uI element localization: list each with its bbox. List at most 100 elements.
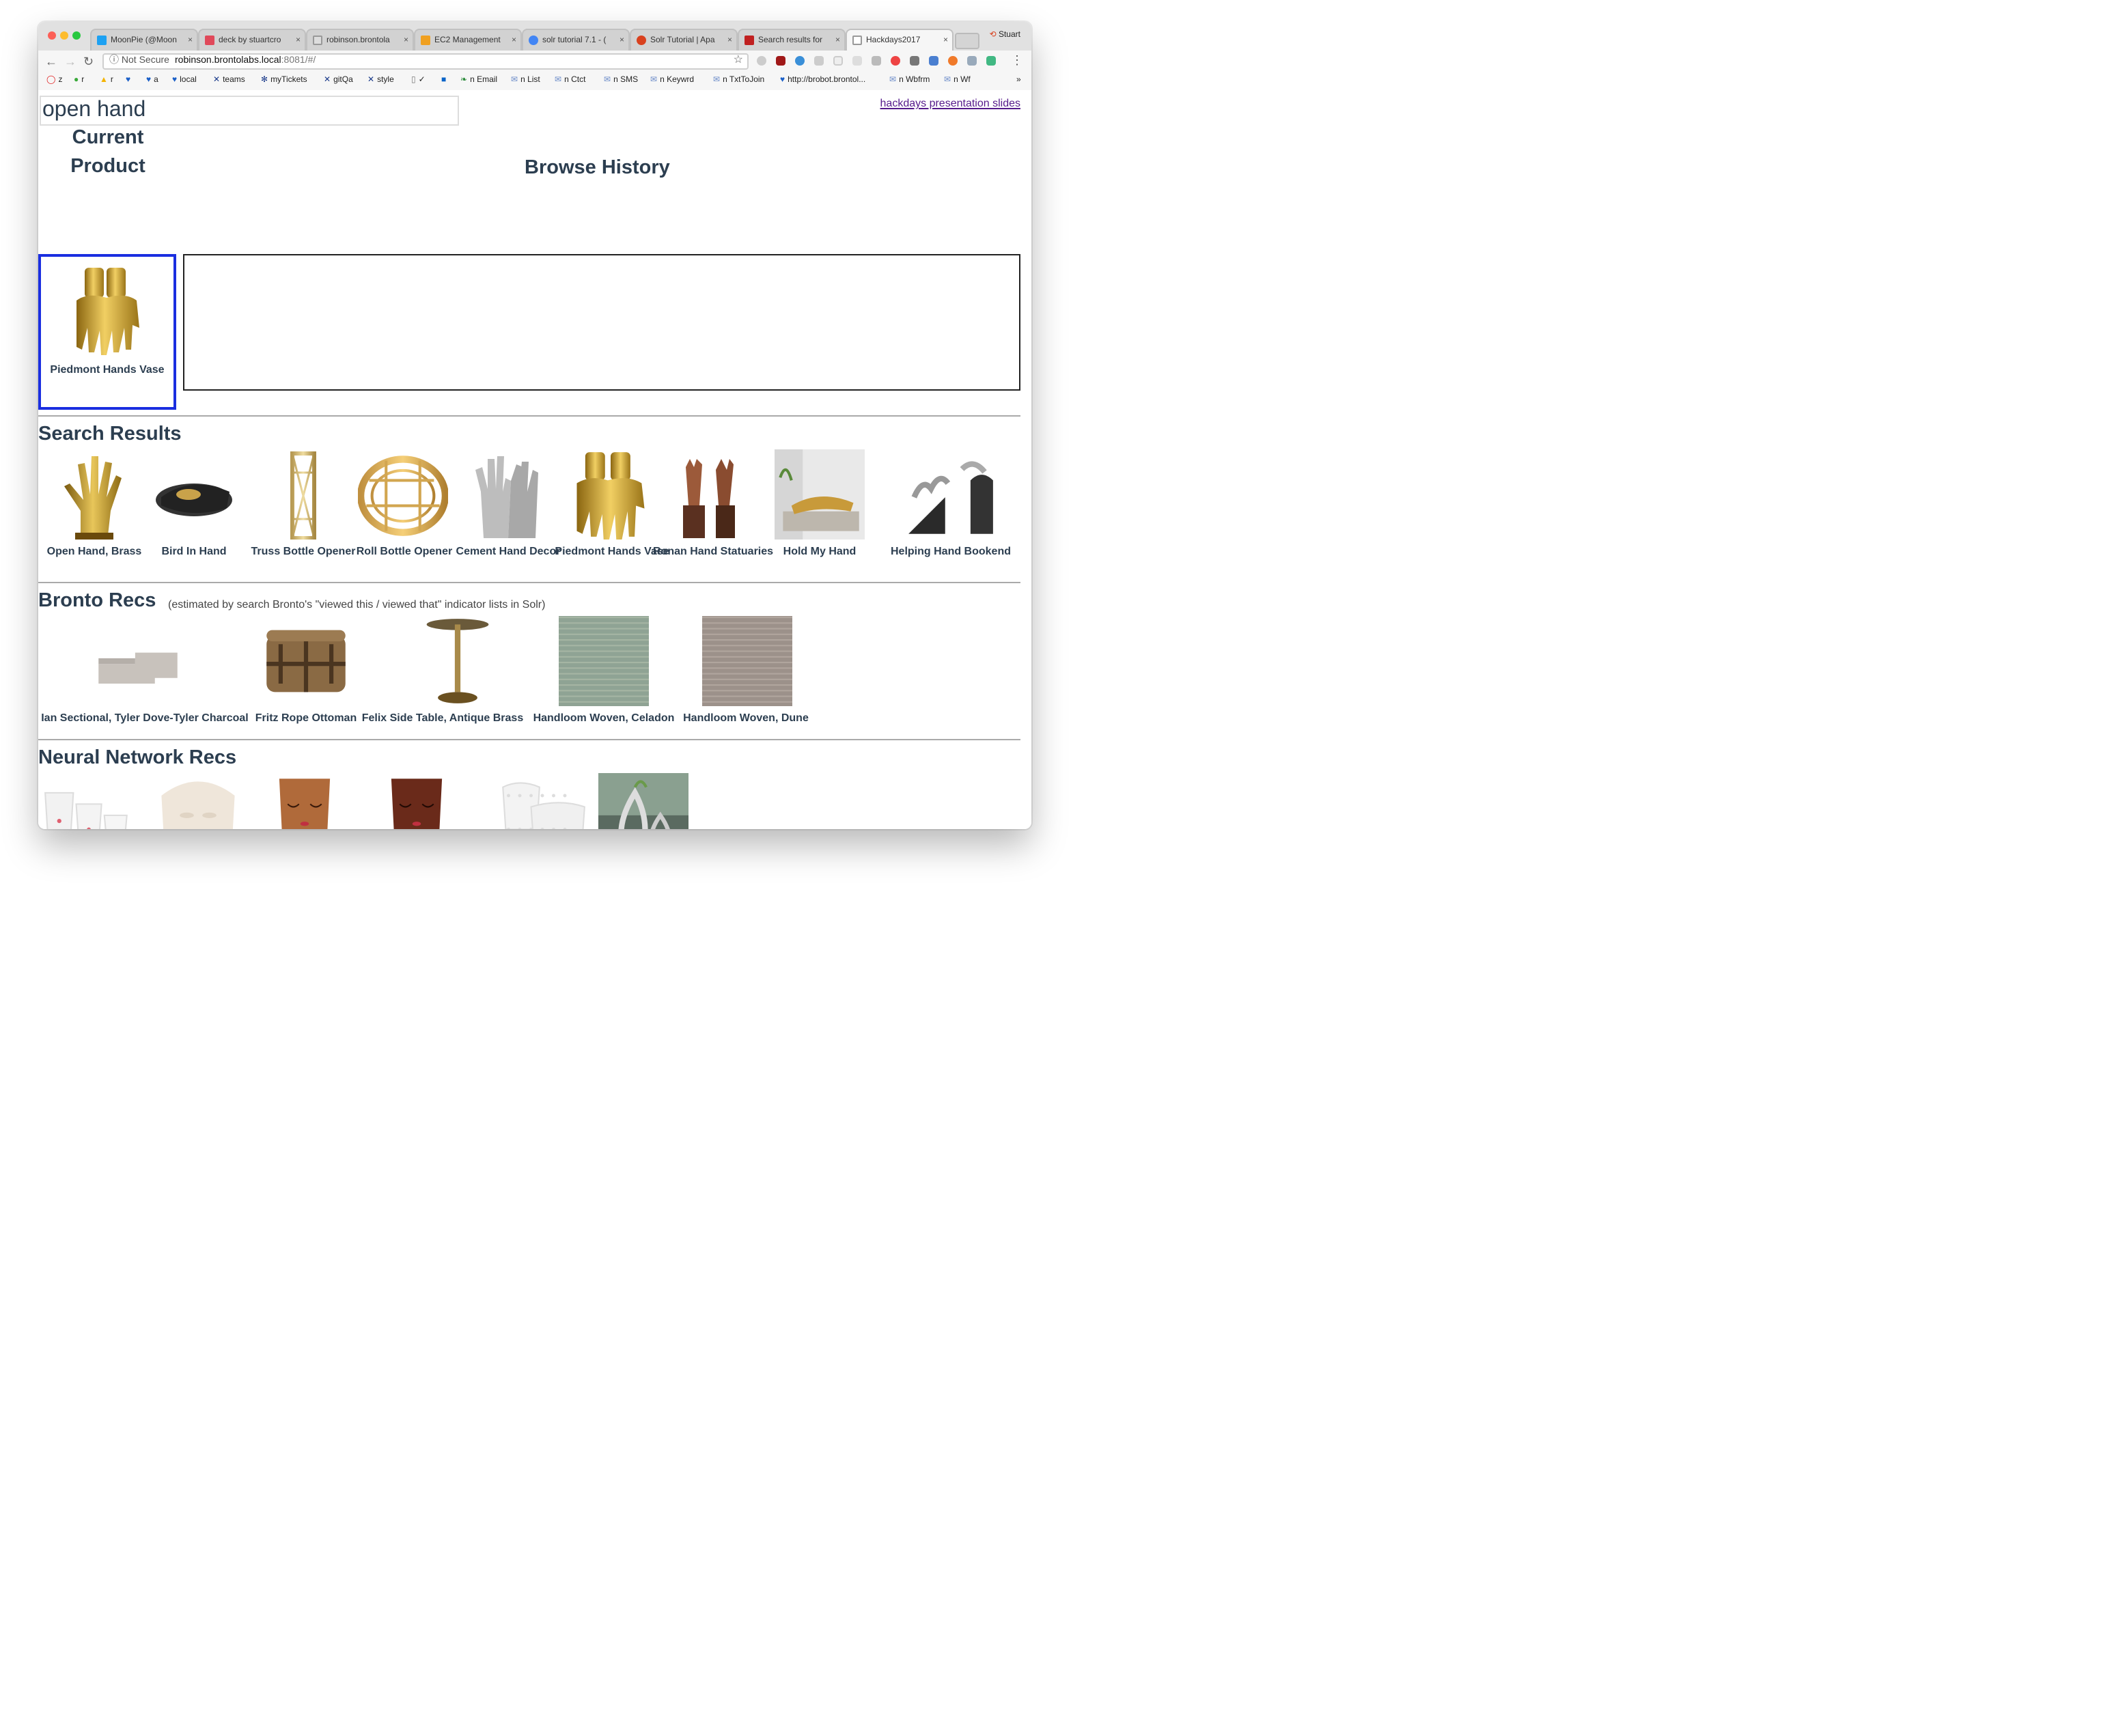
close-tab-icon[interactable]: ×	[512, 30, 516, 52]
bookmarks-bar: ◯ z ● r ▲ r ♥ ♥ a ♥ local ✕ teams ✻ myTickets ✕ gitQa ✕ st…	[38, 72, 1031, 92]
close-tab-icon[interactable]: ×	[404, 30, 408, 52]
close-tab-icon[interactable]: ×	[943, 30, 948, 52]
extension-icon[interactable]	[929, 56, 938, 66]
close-tab-icon[interactable]: ×	[296, 30, 301, 52]
product-image[interactable]	[413, 616, 503, 706]
product-name[interactable]: Ronan Hand Statuaries	[653, 544, 773, 559]
product-image[interactable]	[669, 449, 757, 540]
bookmark-item[interactable]: ✕ gitQa	[324, 75, 353, 86]
product-image[interactable]	[358, 449, 448, 540]
product-image[interactable]	[598, 773, 688, 829]
ublock-icon[interactable]	[776, 56, 785, 66]
bookmark-item[interactable]: ❧ n Email	[460, 75, 497, 86]
product-name[interactable]: Handloom Woven, Dune	[680, 710, 811, 726]
product-image[interactable]	[153, 773, 243, 829]
product-image[interactable]	[260, 449, 347, 540]
eyedropper-icon[interactable]	[910, 56, 919, 66]
vue-icon[interactable]	[986, 56, 996, 66]
bookmark-item[interactable]: ✻ myTickets	[261, 75, 307, 86]
product-image[interactable]	[93, 616, 183, 706]
extension-icon[interactable]	[833, 56, 843, 66]
product-image[interactable]	[372, 773, 462, 829]
tab-solr-tutorial[interactable]: Solr Tutorial | Apa ×	[630, 29, 738, 52]
extension-icon[interactable]	[948, 56, 958, 66]
product-image[interactable]	[881, 449, 1020, 540]
product-image[interactable]	[497, 773, 587, 829]
product-name[interactable]: Felix Side Table, Antique Brass	[361, 710, 525, 726]
product-image[interactable]	[559, 616, 649, 706]
bookmark-item[interactable]: ♥ a	[146, 75, 158, 86]
extension-icon[interactable]	[967, 56, 977, 66]
product-name[interactable]: Open Hand, Brass	[38, 544, 150, 559]
tab-ec2[interactable]: EC2 Management ×	[414, 29, 522, 52]
bookmark-item[interactable]: ▲ r	[100, 75, 113, 86]
bookmark-item[interactable]: ✉ n Ctct	[555, 75, 585, 86]
product-name[interactable]: Helping Hand Bookend	[876, 544, 1026, 559]
reload-icon[interactable]: ↻	[83, 53, 94, 70]
tab-moonpie[interactable]: MoonPie (@Moon ×	[90, 29, 198, 52]
extension-icon[interactable]	[757, 56, 766, 66]
bookmark-item[interactable]: ✉ n List	[511, 75, 540, 86]
close-tab-icon[interactable]: ×	[835, 30, 840, 52]
product-name[interactable]: Bird In Hand	[145, 544, 243, 559]
bookmark-item[interactable]: ◯ z	[46, 75, 62, 86]
product-name[interactable]: Cement Hand Decor	[448, 544, 568, 559]
close-tab-icon[interactable]: ×	[620, 30, 624, 52]
bookmark-item[interactable]: ✕ teams	[213, 75, 245, 86]
bookmark-item[interactable]: ✉ n TxtToJoin	[713, 75, 764, 86]
product-image[interactable]	[51, 449, 138, 540]
product-name[interactable]: Ian Sectional, Tyler Dove-Tyler Charcoal	[38, 710, 251, 726]
product-name[interactable]: Roll Bottle Opener	[346, 544, 463, 559]
bookmark-item[interactable]: ♥ local	[172, 75, 197, 86]
address-bar[interactable]: ⓘ Not Secure robinson.brontolabs.local:8…	[102, 53, 749, 70]
forward-icon[interactable]: →	[64, 53, 76, 70]
bookmarks-overflow-button[interactable]: »	[1016, 75, 1021, 86]
bookmark-item[interactable]: ✉ n SMS	[604, 75, 638, 86]
tab-search-results[interactable]: Search results for ×	[738, 29, 846, 52]
bookmark-star-icon[interactable]: ☆	[734, 53, 743, 67]
bookmark-item[interactable]: ▯ ✓	[411, 75, 426, 86]
tab-solr-google[interactable]: solr tutorial 7.1 - ( ×	[522, 29, 630, 52]
close-window-button[interactable]	[48, 31, 56, 40]
bookmark-item[interactable]: ■	[441, 75, 449, 86]
product-name[interactable]: Handloom Woven, Celadon	[533, 710, 675, 726]
bookmark-item[interactable]: ✕ style	[367, 75, 394, 86]
product-image[interactable]	[150, 449, 238, 540]
product-image[interactable]	[261, 616, 351, 706]
tab-hackdays[interactable]: Hackdays2017 ×	[846, 29, 954, 52]
bookmark-item[interactable]: ● r	[74, 75, 84, 86]
product-image[interactable]	[260, 773, 350, 829]
bookmark-item[interactable]: ✉ n Wbfrm	[889, 75, 930, 86]
product-name[interactable]: Hold My Hand	[762, 544, 877, 559]
product-image[interactable]	[566, 449, 656, 540]
extension-icon[interactable]	[814, 56, 824, 66]
search-input[interactable]	[40, 96, 459, 126]
back-icon[interactable]: ←	[45, 53, 57, 70]
menu-icon[interactable]: ⋮	[1011, 53, 1023, 68]
profile-button[interactable]: ⟲ Stuart	[990, 30, 1020, 40]
product-image[interactable]	[42, 773, 133, 829]
bronto-recs-note: (estimated by search Bronto's "viewed th…	[168, 598, 546, 611]
globe-icon[interactable]	[795, 56, 805, 66]
tab-deck[interactable]: deck by stuartcro ×	[198, 29, 306, 52]
presentation-slides-link[interactable]: hackdays presentation slides	[880, 97, 1020, 109]
product-image[interactable]	[775, 449, 865, 540]
bookmark-item[interactable]: ✉ n Keywrd	[650, 75, 694, 86]
minimize-window-button[interactable]	[60, 31, 68, 40]
color-wheel-icon[interactable]	[891, 56, 900, 66]
zoom-window-button[interactable]	[72, 31, 81, 40]
extension-icon[interactable]	[852, 56, 862, 66]
extension-icon[interactable]	[872, 56, 881, 66]
product-image[interactable]	[464, 449, 552, 540]
bookmark-item[interactable]: ♥ http://brobot.brontol...	[780, 75, 865, 86]
twitter-icon	[97, 36, 107, 45]
bookmark-item[interactable]: ✉ n Wf	[944, 75, 971, 86]
new-tab-button[interactable]	[955, 33, 979, 49]
current-product-card[interactable]: Piedmont Hands Vase	[38, 254, 176, 410]
product-name[interactable]: Fritz Rope Ottoman	[251, 710, 361, 726]
close-tab-icon[interactable]: ×	[727, 30, 732, 52]
product-image[interactable]	[702, 616, 792, 706]
bookmark-item[interactable]: ♥	[126, 75, 133, 86]
close-tab-icon[interactable]: ×	[188, 30, 193, 52]
tab-robinson[interactable]: robinson.brontola ×	[306, 29, 414, 52]
